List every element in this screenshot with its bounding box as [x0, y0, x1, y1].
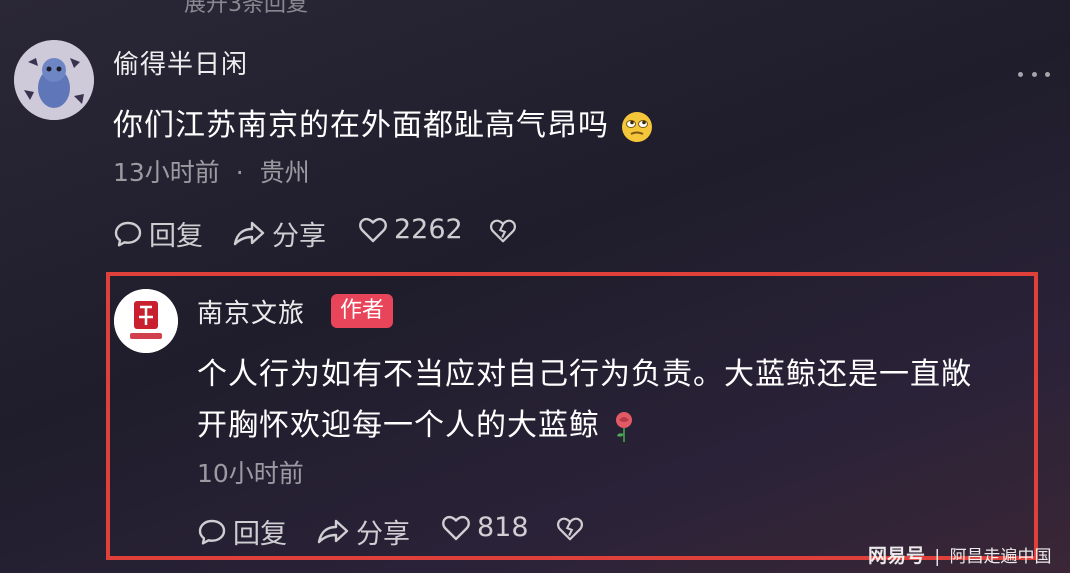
share-button[interactable]: 分享 — [232, 214, 326, 253]
meta-separator: · — [235, 158, 244, 187]
comment-time: 13小时前 — [113, 158, 220, 187]
watermark-account: 阿昌走遍中国 — [949, 547, 1052, 567]
comment-bubble-icon — [198, 519, 226, 544]
rose-emoji-icon — [615, 411, 632, 442]
collapsed-replies-link[interactable]: 展开3条回复 — [184, 0, 308, 18]
watermark-brand: 网易号 — [868, 545, 926, 567]
reply-text-line1: 个人行为如有不当应对自己行为负责。大蓝鲸还是一直敞 — [197, 357, 972, 392]
dislike-button[interactable] — [556, 515, 584, 543]
dislike-button[interactable] — [489, 217, 517, 245]
broken-heart-icon — [556, 517, 584, 541]
comment-text: 你们江苏南京的在外面都趾高气昂吗 — [113, 100, 654, 144]
avatar-illustration-icon — [14, 40, 94, 120]
reply-button[interactable]: 回复 — [113, 214, 203, 253]
like-count: 2262 — [394, 214, 463, 245]
like-button[interactable]: 818 — [441, 512, 529, 543]
watermark: 网易号 | 阿昌走遍中国 — [868, 541, 1052, 568]
share-button[interactable]: 分享 — [316, 512, 410, 551]
avatar[interactable] — [114, 289, 178, 353]
share-label: 分享 — [272, 221, 326, 252]
avatar[interactable] — [14, 40, 94, 120]
author-badge: 作者 — [331, 294, 394, 328]
comment-meta: 13小时前 · 贵州 — [113, 153, 310, 189]
reply-text-line2: 开胸怀欢迎每一个人的大蓝鲸 — [197, 400, 637, 444]
comment-location: 贵州 — [259, 158, 310, 187]
reply-label: 回复 — [149, 221, 203, 252]
rolling-eyes-emoji-icon — [621, 111, 652, 142]
heart-icon — [359, 217, 387, 242]
reply-button[interactable]: 回复 — [197, 512, 287, 551]
heart-icon — [442, 515, 470, 540]
share-arrow-icon — [233, 221, 265, 245]
comment-text-body: 你们江苏南京的在外面都趾高气昂吗 — [113, 108, 609, 143]
reply-label: 回复 — [233, 519, 287, 550]
nanjing-culture-tourism-logo-icon — [114, 289, 178, 353]
reply-username[interactable]: 南京文旅 — [197, 293, 305, 330]
like-count: 818 — [477, 512, 529, 543]
more-options-icon[interactable] — [1018, 66, 1050, 82]
comment-bubble-icon — [114, 221, 142, 246]
reply-text-line2-body: 开胸怀欢迎每一个人的大蓝鲸 — [197, 408, 600, 443]
collapsed-replies-label: 展开3条回复 — [184, 0, 308, 17]
share-label: 分享 — [356, 519, 410, 550]
watermark-divider: | — [934, 547, 941, 567]
share-arrow-icon — [317, 519, 349, 543]
comment-username[interactable]: 偷得半日闲 — [113, 44, 248, 81]
broken-heart-icon — [489, 219, 517, 243]
reply-time: 10小时前 — [197, 459, 304, 488]
like-button[interactable]: 2262 — [358, 214, 463, 245]
